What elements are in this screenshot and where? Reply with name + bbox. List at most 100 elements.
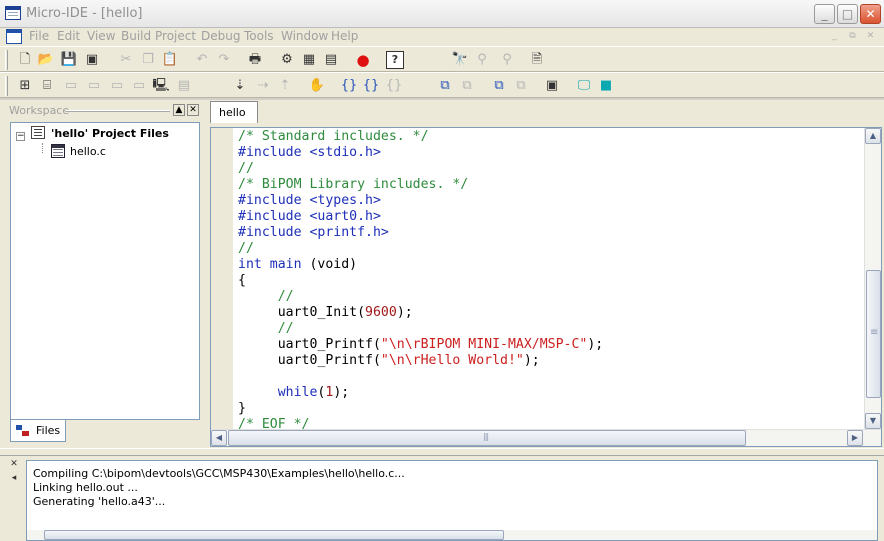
download-icon[interactable]: ⧉	[436, 77, 454, 95]
board-icon[interactable]: ■	[597, 77, 615, 95]
output-toggle-icon[interactable]: ⌸	[38, 77, 56, 95]
run-icon[interactable]: ⧉	[458, 77, 476, 95]
new-file-icon[interactable]: 🗋	[16, 51, 34, 69]
output-splitter[interactable]	[0, 448, 884, 456]
horizontal-scrollbar[interactable]: ◀ ▶	[211, 429, 881, 446]
workspace-pin-button[interactable]: ▲	[173, 104, 185, 116]
menu-window[interactable]: Window	[281, 29, 328, 43]
print-icon[interactable]: 🖶	[246, 51, 264, 69]
code-line[interactable]: #include <uart0.h>	[233, 209, 861, 225]
step-out-icon[interactable]: ⇡	[276, 77, 294, 95]
console-icon[interactable]: ▤	[175, 77, 193, 95]
code-line[interactable]: /* BiPOM Library includes. */	[233, 177, 861, 193]
menu-file[interactable]: File	[29, 29, 49, 43]
output-close-button[interactable]: ✕	[8, 458, 20, 470]
menu-tools[interactable]: Tools	[244, 29, 274, 43]
scroll-left-button[interactable]: ◀	[211, 430, 227, 446]
menu-view[interactable]: View	[87, 29, 115, 43]
build-all-icon[interactable]: ▤	[322, 51, 340, 69]
scroll-down-button[interactable]: ▼	[865, 413, 881, 429]
find-icon[interactable]: 🔭	[451, 51, 469, 69]
help-icon[interactable]: ?	[386, 51, 404, 69]
code-line[interactable]: //	[233, 241, 861, 257]
tree-collapse-toggle[interactable]: −	[16, 132, 25, 141]
code-line[interactable]: uart0_Printf("\n\rHello World!");	[233, 353, 861, 369]
vertical-scroll-thumb[interactable]	[866, 270, 881, 398]
step-into-icon[interactable]: ⇣	[231, 77, 249, 95]
halt-icon[interactable]: ⧉	[512, 77, 530, 95]
copy-icon[interactable]: ❐	[139, 51, 157, 69]
redo-icon[interactable]: ↷	[215, 51, 233, 69]
code-line[interactable]: {	[233, 273, 861, 289]
vertical-scrollbar[interactable]: ▲ ▼	[864, 128, 881, 430]
find-in-files-icon[interactable]: 🗎	[528, 51, 546, 69]
code-line[interactable]: uart0_Init(9600);	[233, 305, 861, 321]
undo-icon[interactable]: ↶	[193, 51, 211, 69]
menu-project[interactable]: Project	[155, 29, 196, 43]
menu-debug[interactable]: Debug	[201, 29, 240, 43]
code-line[interactable]: #include <types.h>	[233, 193, 861, 209]
close-button[interactable]: ✕	[860, 4, 881, 24]
minimize-button[interactable]: _	[814, 4, 835, 24]
output-horizontal-scrollbar[interactable]	[27, 530, 877, 540]
brace-match-icon[interactable]: {}	[340, 77, 358, 95]
menu-help[interactable]: Help	[331, 29, 358, 43]
output-scroll-thumb[interactable]	[44, 530, 504, 540]
toolbar-grip[interactable]	[5, 76, 8, 96]
compile-icon[interactable]: ⚙	[278, 51, 296, 69]
files-tab[interactable]: Files	[10, 420, 66, 442]
code-line[interactable]: //	[233, 161, 861, 177]
code-line[interactable]: }	[233, 401, 861, 417]
output-pin-button[interactable]: ◂	[8, 472, 20, 484]
code-line[interactable]: /* Standard includes. */	[233, 129, 861, 145]
project-node-label[interactable]: 'hello' Project Files	[51, 127, 169, 140]
document-tab-hello[interactable]: hello	[210, 101, 258, 123]
mdi-close-button[interactable]: ✕	[864, 30, 877, 42]
terminal-icon[interactable]: ▭	[130, 77, 148, 95]
workspace-close-button[interactable]: ✕	[187, 104, 199, 116]
stop-build-icon[interactable]: ●	[354, 51, 372, 69]
workspace-toggle-icon[interactable]: ⊞	[16, 77, 34, 95]
memory-icon[interactable]: ▭	[108, 77, 126, 95]
find-prev-icon[interactable]: ⚲	[498, 51, 516, 69]
code-line[interactable]: /* EOF */	[233, 417, 861, 429]
brace-prev-icon[interactable]: {}	[385, 77, 403, 95]
monitor-icon[interactable]: 🖵	[575, 77, 593, 95]
code-line[interactable]: #include <stdio.h>	[233, 145, 861, 161]
horizontal-scroll-thumb[interactable]	[228, 430, 746, 446]
build-output[interactable]: Compiling C:\bipom\devtools\GCC\MSP430\E…	[26, 460, 878, 541]
open-folder-icon[interactable]: 📂	[37, 51, 55, 69]
registers-icon[interactable]: ▭	[85, 77, 103, 95]
build-icon[interactable]: ▦	[300, 51, 318, 69]
code-line[interactable]: uart0_Printf("\n\rBIPOM MINI-MAX/MSP-C")…	[233, 337, 861, 353]
code-line[interactable]: while(1);	[233, 385, 861, 401]
document-icon[interactable]	[6, 29, 22, 44]
brace-next-icon[interactable]: {}	[362, 77, 380, 95]
mdi-minimize-button[interactable]: _	[828, 30, 841, 42]
scroll-up-button[interactable]: ▲	[865, 128, 881, 144]
watch-icon[interactable]: ▭	[62, 77, 80, 95]
find-next-icon[interactable]: ⚲	[473, 51, 491, 69]
step-over-icon[interactable]: ⇢	[254, 77, 272, 95]
paste-icon[interactable]: 📋	[161, 51, 179, 69]
code-text[interactable]: /* Standard includes. */#include <stdio.…	[233, 129, 861, 429]
code-line[interactable]: //	[233, 321, 861, 337]
reset-icon[interactable]: ⧉	[490, 77, 508, 95]
code-editor[interactable]: /* Standard includes. */#include <stdio.…	[210, 127, 882, 447]
maximize-button[interactable]: □	[837, 4, 858, 24]
code-line[interactable]	[233, 369, 861, 385]
disassembly-icon[interactable]: 🖳	[152, 77, 170, 95]
file-node-hello-c[interactable]: hello.c	[70, 145, 106, 158]
scroll-right-button[interactable]: ▶	[847, 430, 863, 446]
save-all-icon[interactable]: ▣	[83, 51, 101, 69]
cut-icon[interactable]: ✂	[117, 51, 135, 69]
menu-edit[interactable]: Edit	[57, 29, 80, 43]
toolbar-grip[interactable]	[5, 50, 8, 70]
mdi-restore-button[interactable]: ⧉	[846, 30, 859, 42]
menu-build[interactable]: Build	[121, 29, 151, 43]
save-icon[interactable]: 💾	[60, 51, 78, 69]
code-line[interactable]: int main (void)	[233, 257, 861, 273]
hand-icon[interactable]: ✋	[308, 77, 326, 95]
code-line[interactable]: #include <printf.h>	[233, 225, 861, 241]
properties-icon[interactable]: ▣	[543, 77, 561, 95]
